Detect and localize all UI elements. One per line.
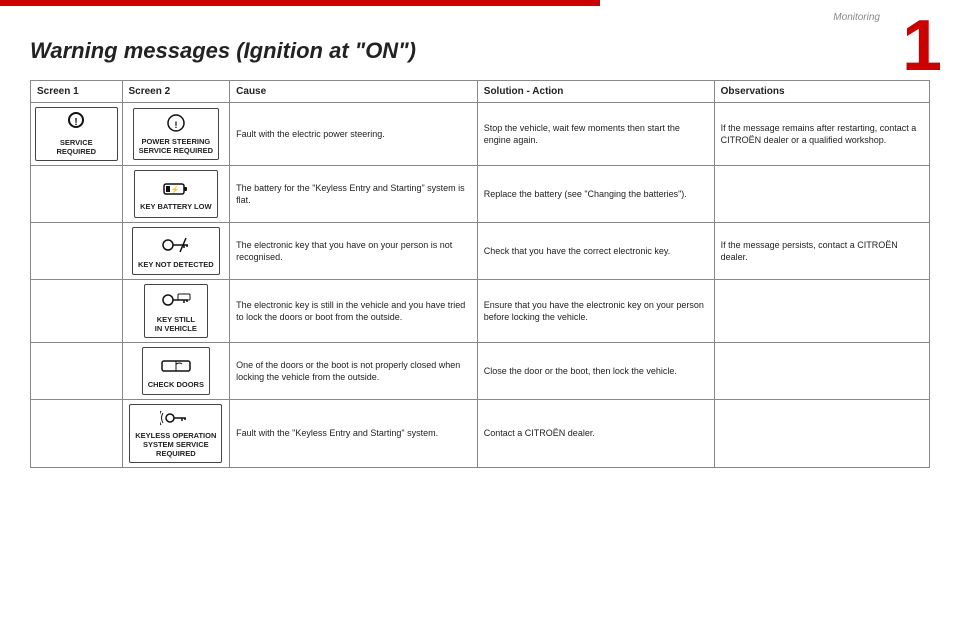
solution-text: Stop the vehicle, wait few moments then … [484, 123, 680, 145]
keyless-operation-icon: KEYLESS OPERATION SYSTEM SERVICE REQUIRE… [129, 404, 222, 463]
key-battery-low-icon: ⚡ KEY BATTERY LOW [134, 170, 217, 218]
svg-text:!: ! [174, 120, 177, 130]
screen1-cell [31, 343, 123, 400]
obs-cell: If the message remains after restarting,… [714, 103, 929, 166]
icon-label: CHECK DOORS [148, 380, 204, 389]
warning-table-container: Screen 1 Screen 2 Cause Solution - Actio… [30, 80, 930, 620]
icon-label: POWER STEERING [141, 137, 210, 146]
top-red-bar [0, 0, 600, 6]
obs-cell [714, 343, 929, 400]
cause-cell: The electronic key is still in the vehic… [230, 280, 478, 343]
solution-cell: Stop the vehicle, wait few moments then … [477, 103, 714, 166]
header-cause: Cause [230, 81, 478, 103]
screen2-cell: KEY NOT DETECTED [122, 223, 230, 280]
solution-text: Check that you have the correct electron… [484, 246, 670, 256]
icon-label: KEY NOT DETECTED [138, 260, 214, 269]
solution-text: Close the door or the boot, then lock th… [484, 366, 677, 376]
obs-cell [714, 280, 929, 343]
page-title: Warning messages (Ignition at "ON") [30, 38, 416, 64]
icon-symbol [158, 354, 194, 378]
key-still-in-vehicle-icon: KEY STILL IN VEHICLE [144, 284, 208, 338]
cause-cell: Fault with the "Keyless Entry and Starti… [230, 400, 478, 468]
obs-text: If the message remains after restarting,… [721, 123, 917, 145]
icon-label: SERVICE REQUIRED [41, 138, 112, 156]
header-observations: Observations [714, 81, 929, 103]
screen1-cell: ! SERVICE REQUIRED [31, 103, 123, 166]
icon-label: KEY STILL [157, 315, 195, 324]
cause-text: Fault with the electric power steering. [236, 129, 385, 139]
icon-symbol [158, 289, 194, 313]
obs-cell: If the message persists, contact a CITRO… [714, 223, 929, 280]
solution-cell: Ensure that you have the electronic key … [477, 280, 714, 343]
icon-label: KEY BATTERY LOW [140, 202, 211, 211]
cause-text: The electronic key is still in the vehic… [236, 300, 465, 322]
header-screen1: Screen 1 [31, 81, 123, 103]
screen1-cell [31, 223, 123, 280]
table-row: KEY NOT DETECTED The electronic key that… [31, 223, 930, 280]
screen2-cell: KEYLESS OPERATION SYSTEM SERVICE REQUIRE… [122, 400, 230, 468]
icon-symbol: ! [62, 112, 90, 136]
cause-cell: The battery for the "Keyless Entry and S… [230, 166, 478, 223]
solution-cell: Replace the battery (see "Changing the b… [477, 166, 714, 223]
screen2-cell: CHECK DOORS [122, 343, 230, 400]
screen2-cell: KEY STILL IN VEHICLE [122, 280, 230, 343]
table-row: KEY STILL IN VEHICLE The electronic key … [31, 280, 930, 343]
table-row: ⚡ KEY BATTERY LOW The battery for the "K… [31, 166, 930, 223]
obs-cell [714, 166, 929, 223]
header-solution: Solution - Action [477, 81, 714, 103]
solution-cell: Contact a CITROËN dealer. [477, 400, 714, 468]
screen1-cell [31, 400, 123, 468]
cause-text: The electronic key that you have on your… [236, 240, 452, 262]
icon-symbol: ⚡ [160, 178, 192, 200]
icon-label: IN VEHICLE [155, 324, 197, 333]
obs-cell [714, 400, 929, 468]
table-row: CHECK DOORS One of the doors or the boot… [31, 343, 930, 400]
cause-cell: One of the doors or the boot is not prop… [230, 343, 478, 400]
check-doors-icon: CHECK DOORS [142, 347, 210, 395]
solution-cell: Close the door or the boot, then lock th… [477, 343, 714, 400]
solution-text: Ensure that you have the electronic key … [484, 300, 704, 322]
solution-text: Contact a CITROËN dealer. [484, 428, 595, 438]
solution-text: Replace the battery (see "Changing the b… [484, 189, 687, 199]
cause-cell: The electronic key that you have on your… [230, 223, 478, 280]
screen1-cell [31, 166, 123, 223]
icon-label: REQUIRED [156, 449, 196, 458]
table-row: KEYLESS OPERATION SYSTEM SERVICE REQUIRE… [31, 400, 930, 468]
icon-symbol: ! [160, 113, 192, 135]
section-number: 1 [902, 10, 942, 82]
svg-text:!: ! [75, 117, 78, 128]
solution-cell: Check that you have the correct electron… [477, 223, 714, 280]
key-not-detected-icon: KEY NOT DETECTED [132, 227, 220, 275]
svg-text:⚡: ⚡ [170, 185, 179, 194]
cause-text: The battery for the "Keyless Entry and S… [236, 183, 465, 205]
icon-label: SYSTEM SERVICE [143, 440, 209, 449]
service-required-icon: ! SERVICE REQUIRED [35, 107, 118, 161]
icon-symbol [160, 409, 192, 429]
screen1-cell [31, 280, 123, 343]
chapter-label: Monitoring [833, 12, 880, 23]
screen2-cell: ! POWER STEERING SERVICE REQUIRED [122, 103, 230, 166]
icon-label: SERVICE REQUIRED [139, 146, 213, 155]
cause-text: Fault with the "Keyless Entry and Starti… [236, 428, 438, 438]
icon-symbol [158, 234, 194, 258]
header-screen2: Screen 2 [122, 81, 230, 103]
power-steering-icon: ! POWER STEERING SERVICE REQUIRED [133, 108, 219, 160]
cause-text: One of the doors or the boot is not prop… [236, 360, 460, 382]
screen2-cell: ⚡ KEY BATTERY LOW [122, 166, 230, 223]
icon-label: KEYLESS OPERATION [135, 431, 216, 440]
cause-cell: Fault with the electric power steering. [230, 103, 478, 166]
table-row: ! SERVICE REQUIRED ! [31, 103, 930, 166]
obs-text: If the message persists, contact a CITRO… [721, 240, 898, 262]
warning-table: Screen 1 Screen 2 Cause Solution - Actio… [30, 80, 930, 468]
